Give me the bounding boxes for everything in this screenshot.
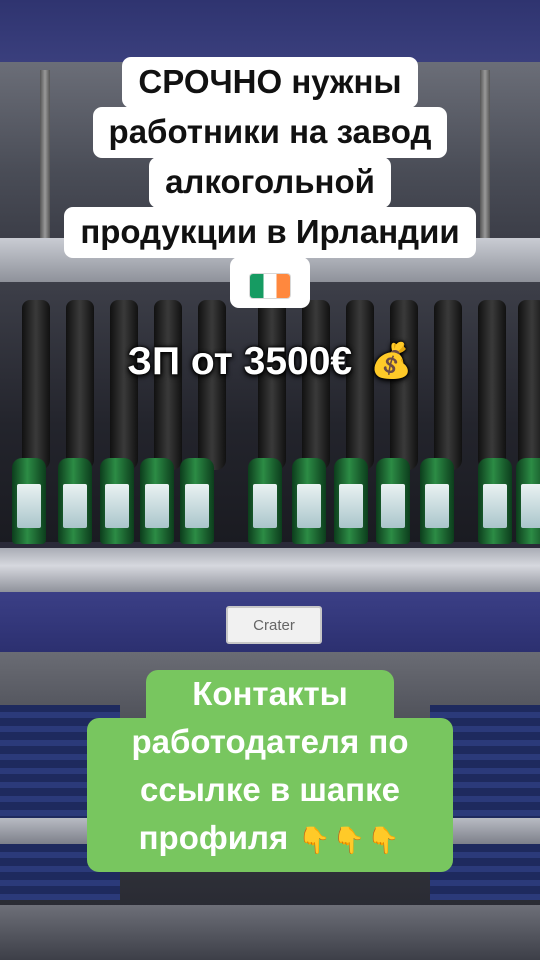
machine-tag: Crater bbox=[226, 606, 322, 644]
salary-text: ЗП от 3500€ bbox=[127, 340, 353, 383]
contacts-line: ссылке в шапке bbox=[87, 766, 453, 814]
headline-line: алкогольной bbox=[149, 157, 391, 208]
headline-line: СРОЧНО нужны bbox=[122, 57, 418, 108]
filler-nozzle bbox=[390, 300, 418, 470]
ireland-flag-icon bbox=[250, 274, 290, 299]
salary-caption: ЗП от 3500€ 💰 bbox=[0, 340, 540, 384]
bottle bbox=[12, 458, 46, 544]
conveyor-rail bbox=[0, 548, 540, 592]
moneybag-icon: 💰 bbox=[370, 342, 413, 380]
filler-nozzle bbox=[258, 300, 286, 470]
filler-nozzle bbox=[302, 300, 330, 470]
filler-nozzle bbox=[66, 300, 94, 470]
bottle bbox=[376, 458, 410, 544]
contacts-line: работодателя по bbox=[87, 718, 453, 766]
bottle bbox=[516, 458, 540, 544]
filler-nozzle bbox=[198, 300, 226, 470]
machine-frame-bottom bbox=[0, 905, 540, 960]
headline-caption: СРОЧНО нужны работники на завод алкоголь… bbox=[0, 57, 540, 308]
filler-nozzle bbox=[346, 300, 374, 470]
contacts-line-with-icon: профиля 👇👇👇 bbox=[87, 814, 453, 872]
contacts-line: Контакты bbox=[146, 670, 394, 718]
bottle bbox=[292, 458, 326, 544]
contacts-caption: Контакты работодателя по ссылке в шапке … bbox=[87, 670, 453, 872]
filler-nozzle bbox=[434, 300, 462, 470]
bottle bbox=[478, 458, 512, 544]
bottle bbox=[420, 458, 454, 544]
bottle bbox=[248, 458, 282, 544]
filler-nozzle bbox=[110, 300, 138, 470]
bottle bbox=[140, 458, 174, 544]
pointing-down-hands-icon: 👇👇👇 bbox=[298, 825, 402, 855]
contacts-line: профиля bbox=[138, 819, 289, 856]
machine-frame-top bbox=[0, 0, 540, 62]
bottle bbox=[334, 458, 368, 544]
bottle bbox=[58, 458, 92, 544]
headline-line: продукции в Ирландии bbox=[64, 207, 476, 258]
headline-line: работники на завод bbox=[92, 107, 448, 158]
filler-nozzle bbox=[22, 300, 50, 470]
machine-tag-label: Crater bbox=[253, 616, 295, 634]
filler-nozzle bbox=[518, 300, 540, 470]
bottle bbox=[180, 458, 214, 544]
flag-line bbox=[230, 257, 310, 308]
bottle bbox=[100, 458, 134, 544]
filler-nozzle bbox=[154, 300, 182, 470]
filler-nozzle bbox=[478, 300, 506, 470]
